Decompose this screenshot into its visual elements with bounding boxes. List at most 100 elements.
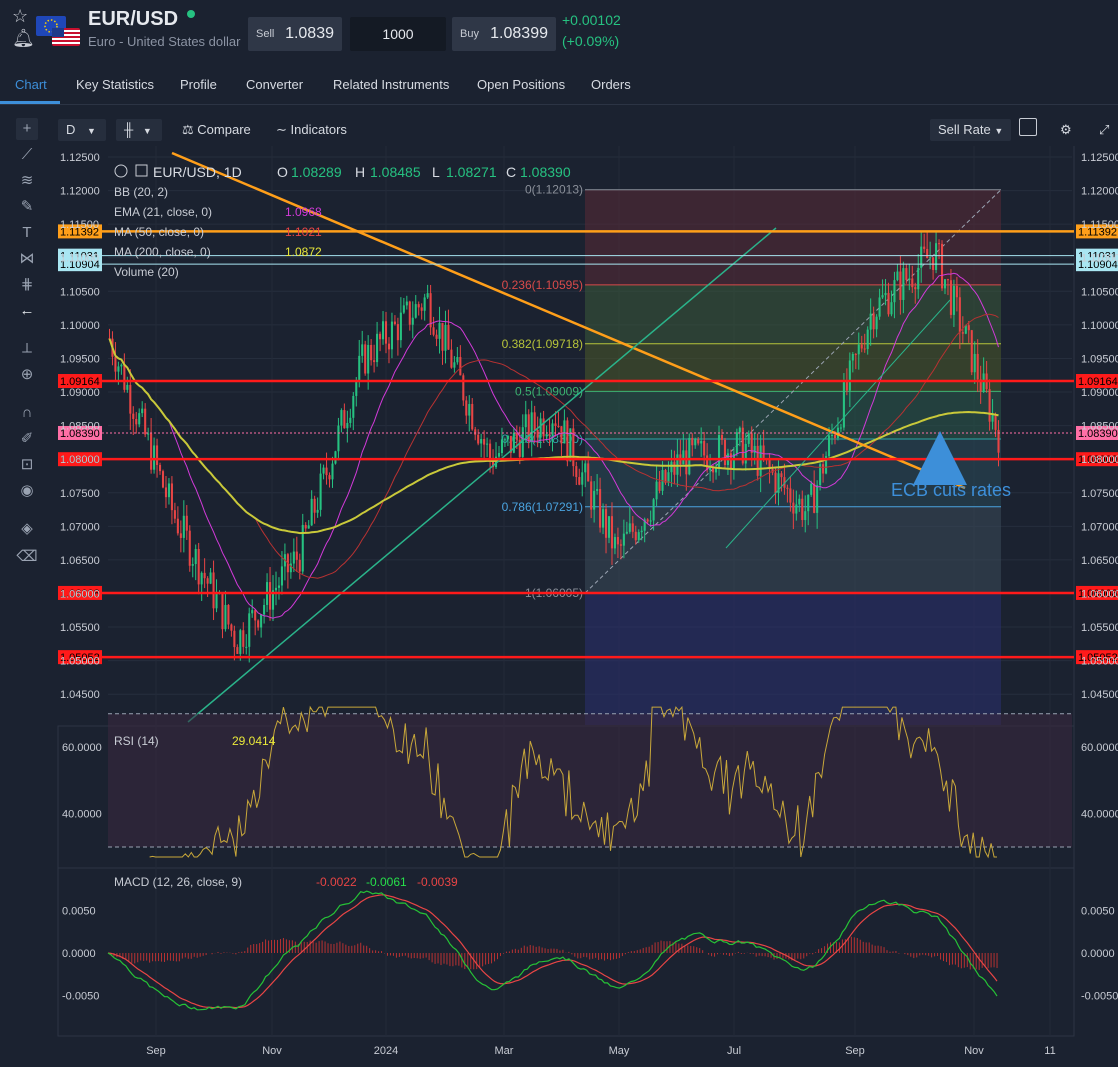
candle-body bbox=[393, 321, 396, 325]
candle-body bbox=[634, 531, 637, 541]
candle-body bbox=[780, 473, 783, 478]
candle-body bbox=[477, 434, 480, 444]
candle-body bbox=[875, 316, 878, 330]
candle-body bbox=[471, 403, 474, 430]
candle-body bbox=[830, 435, 834, 437]
price-tick-right: 1.07500 bbox=[1081, 488, 1118, 500]
candle-body bbox=[738, 427, 741, 433]
candle-body bbox=[405, 301, 408, 306]
study-ma200[interactable]: MA (200, close, 0) bbox=[114, 245, 211, 259]
price-tick-right: 1.08000 bbox=[1081, 454, 1118, 466]
candle-body bbox=[170, 483, 173, 511]
candle-body bbox=[141, 408, 144, 414]
candle-body bbox=[804, 511, 807, 521]
annotation-text: ECB cuts rates bbox=[891, 480, 1011, 500]
candle-body bbox=[292, 551, 295, 564]
legend-close: 1.08390 bbox=[520, 164, 571, 180]
time-tick: Nov bbox=[964, 1045, 984, 1057]
study-volume[interactable]: Volume (20) bbox=[114, 265, 179, 279]
candle-body bbox=[343, 410, 346, 429]
price-tick-right: 1.04500 bbox=[1081, 689, 1118, 701]
candle-body bbox=[616, 537, 619, 545]
rsi-indicator: 60.0000 60.0000 40.0000 40.0000 bbox=[62, 705, 1118, 859]
candle-body bbox=[539, 418, 542, 438]
candle-body bbox=[310, 498, 313, 526]
candle-body bbox=[706, 455, 709, 470]
candle-body bbox=[182, 515, 185, 538]
macd-tick: 0.0000 bbox=[1081, 948, 1115, 960]
candle-body bbox=[450, 349, 453, 368]
price-tick-left: 1.12500 bbox=[60, 152, 100, 164]
price-tick-right: 1.11000 bbox=[1081, 253, 1118, 265]
candle-body bbox=[607, 516, 611, 538]
fib-zone bbox=[585, 284, 1001, 344]
candle-body bbox=[456, 357, 459, 363]
legend-o-label: O bbox=[277, 164, 288, 180]
candle-body bbox=[248, 613, 251, 647]
candle-body bbox=[346, 422, 349, 429]
candle-body bbox=[191, 564, 194, 566]
candle-body bbox=[807, 494, 810, 512]
price-tick-right: 1.09000 bbox=[1081, 387, 1118, 399]
candle-body bbox=[610, 516, 614, 549]
chart-area[interactable]: 0(1.12013) 0.236(1.10595) 0.382(1.09718) 0.… bbox=[0, 0, 1118, 1067]
candle-body bbox=[340, 410, 343, 426]
candle-body bbox=[976, 353, 979, 380]
candle-body bbox=[872, 313, 875, 330]
candle-body bbox=[670, 461, 673, 473]
macd-value-1: -0.0022 bbox=[316, 875, 357, 889]
fib-zone bbox=[585, 189, 1001, 285]
candle-body bbox=[869, 313, 872, 330]
candle-body bbox=[774, 472, 777, 494]
candle-body bbox=[973, 353, 976, 373]
study-ma50[interactable]: MA (50, close, 0) bbox=[114, 225, 204, 239]
fib-level-label: 0(1.12013) bbox=[525, 183, 583, 197]
candle-body bbox=[848, 360, 851, 391]
study-ema[interactable]: EMA (21, close, 0) bbox=[114, 205, 212, 219]
time-tick: Nov bbox=[262, 1045, 282, 1057]
candle-body bbox=[328, 475, 331, 480]
candle-body bbox=[527, 414, 530, 442]
price-tick-left: 1.10500 bbox=[60, 286, 100, 298]
price-tick-right: 1.06000 bbox=[1081, 588, 1118, 600]
price-tick-left: 1.09000 bbox=[60, 387, 100, 399]
candle-body bbox=[295, 551, 298, 560]
candle-body bbox=[857, 344, 860, 355]
legend-h-label: H bbox=[355, 164, 365, 180]
candle-body bbox=[935, 243, 938, 270]
candle-body bbox=[474, 429, 477, 435]
candle-body bbox=[563, 420, 566, 444]
candle-body bbox=[932, 257, 935, 270]
candle-body bbox=[408, 301, 411, 325]
study-bb[interactable]: BB (20, 2) bbox=[114, 185, 168, 199]
candle-body bbox=[685, 450, 688, 475]
candle-body bbox=[712, 467, 715, 473]
candle-body bbox=[735, 432, 738, 454]
candle-body bbox=[304, 524, 307, 529]
rsi-title[interactable]: RSI (14) bbox=[114, 734, 159, 748]
candle-body bbox=[209, 572, 212, 584]
candle-body bbox=[245, 646, 248, 648]
candle-body bbox=[325, 467, 328, 476]
candle-body bbox=[390, 321, 393, 350]
candle-body bbox=[664, 470, 667, 483]
time-tick: 11 bbox=[1044, 1045, 1055, 1057]
macd-tick: 0.0000 bbox=[62, 948, 96, 960]
candle-body bbox=[938, 243, 941, 245]
study-ma200-value: 1.0872 bbox=[285, 245, 322, 259]
macd-title[interactable]: MACD (12, 26, close, 9) bbox=[114, 875, 242, 889]
candle-body bbox=[480, 438, 483, 444]
candle-body bbox=[114, 356, 117, 372]
rsi-tick: 60.0000 bbox=[1081, 742, 1118, 754]
candle-body bbox=[506, 435, 509, 440]
candle-body bbox=[958, 297, 961, 333]
legend-open: 1.08289 bbox=[291, 164, 342, 180]
candle-body bbox=[486, 443, 489, 445]
price-tick-left: 1.09500 bbox=[60, 353, 100, 365]
candle-body bbox=[813, 483, 816, 513]
candle-body bbox=[723, 439, 727, 466]
price-tick-right: 1.10500 bbox=[1081, 286, 1118, 298]
candle-body bbox=[349, 417, 352, 423]
candle-body bbox=[503, 439, 506, 441]
price-tick-right: 1.10000 bbox=[1081, 320, 1118, 332]
